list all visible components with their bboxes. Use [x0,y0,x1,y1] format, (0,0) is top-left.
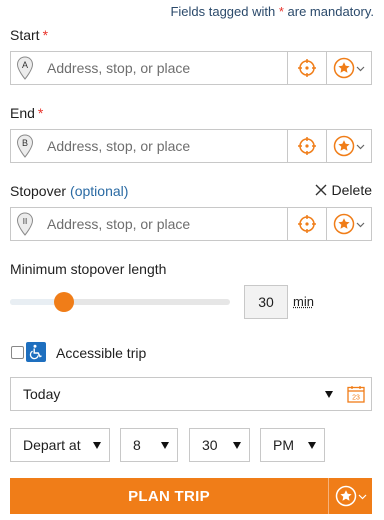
caret-down-icon [233,441,241,449]
stopover-row: II [10,207,372,241]
stopover-minutes-input[interactable]: 30 [244,285,288,319]
ampm-select[interactable]: PM [260,428,325,462]
hour-select[interactable]: 8 [120,428,178,462]
ampm-value: PM [273,437,294,453]
start-locate-icon[interactable] [287,52,326,84]
chevron-down-icon [356,144,365,149]
star-icon [333,57,355,79]
delete-stopover-button[interactable]: Delete [315,182,372,198]
hour-value: 8 [133,437,141,453]
close-icon [315,184,327,196]
calendar-button[interactable]: 23 [341,377,372,411]
end-favorites-button[interactable] [326,130,371,162]
start-favorites-button[interactable] [326,52,371,84]
end-row: B [10,129,372,163]
pin-a-icon: A [11,52,39,84]
start-input[interactable] [39,52,287,84]
min-stopover-label: Minimum stopover length [10,261,167,277]
chevron-down-icon [358,494,366,499]
svg-text:A: A [22,60,28,70]
star-icon [333,213,355,235]
star-icon [333,135,355,157]
date-select[interactable]: Today [10,377,342,411]
stopover-input[interactable] [39,208,287,240]
plan-favorites-button[interactable] [329,478,372,514]
svg-text:23: 23 [352,395,360,402]
wheelchair-icon [26,342,46,362]
plan-trip-button[interactable]: PLAN TRIP [10,478,328,514]
chevron-down-icon [356,222,365,227]
accessible-checkbox[interactable] [11,346,24,359]
star-icon [335,485,356,507]
start-label: Start * [10,27,49,43]
end-input[interactable] [39,130,287,162]
end-locate-icon[interactable] [287,130,326,162]
pin-stopover-icon: II [11,208,39,240]
caret-down-icon [93,441,101,449]
stopover-locate-icon[interactable] [287,208,326,240]
end-label: End * [10,105,44,121]
mandatory-note: Fields tagged with * are mandatory. [170,4,374,19]
caret-down-icon [161,441,169,449]
chevron-down-icon [356,66,365,71]
minutes-unit: min [293,294,314,309]
accessible-label: Accessible trip [56,345,147,361]
stopover-favorites-button[interactable] [326,208,371,240]
minute-select[interactable]: 30 [189,428,250,462]
depart-mode-value: Depart at [23,437,81,453]
stopover-slider-thumb[interactable] [54,292,74,312]
date-value: Today [23,386,61,402]
calendar-icon: 23 [347,386,365,403]
pin-b-icon: B [11,130,39,162]
caret-down-icon [308,441,316,449]
start-row: A [10,51,372,85]
svg-text:II: II [23,217,27,226]
stopover-label: Stopover (optional) [10,183,129,199]
svg-text:B: B [22,138,28,148]
caret-down-icon [325,390,333,398]
depart-mode-select[interactable]: Depart at [10,428,110,462]
minute-value: 30 [202,437,218,453]
delete-label: Delete [331,182,372,198]
